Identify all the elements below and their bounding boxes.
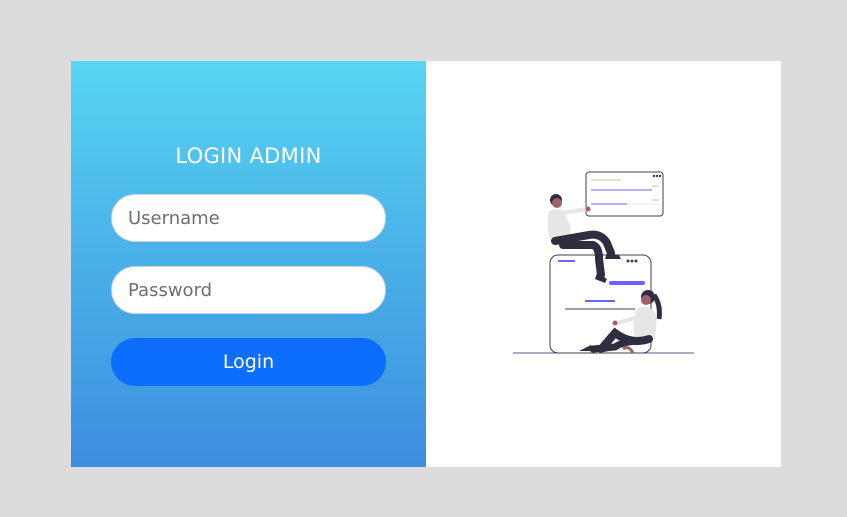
- login-title: LOGIN ADMIN: [175, 144, 322, 168]
- people-with-web-windows-illustration-icon: [513, 171, 694, 354]
- username-input[interactable]: [111, 194, 386, 242]
- password-input[interactable]: [111, 266, 386, 314]
- login-button[interactable]: Login: [111, 338, 386, 386]
- illustration-panel: [426, 61, 781, 467]
- login-panel: LOGIN ADMIN Login: [71, 61, 426, 467]
- login-card: LOGIN ADMIN Login: [71, 61, 781, 467]
